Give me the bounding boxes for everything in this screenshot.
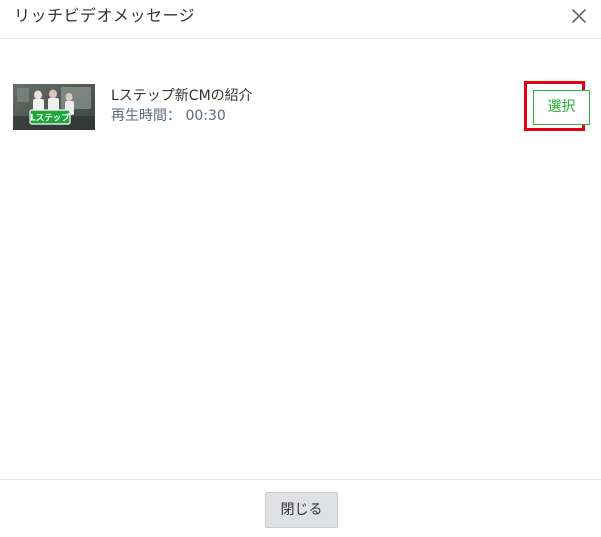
select-button[interactable]: 選択 xyxy=(533,90,590,125)
video-list-item: Lステップ Lステップ新CMの紹介 再生時間： 00:30 選択 xyxy=(13,81,591,134)
video-duration: 再生時間： 00:30 xyxy=(111,108,226,124)
modal-header: リッチビデオメッセージ xyxy=(0,0,601,39)
close-button[interactable]: 閉じる xyxy=(265,492,338,528)
video-info: Lステップ新CMの紹介 再生時間： 00:30 xyxy=(111,86,253,126)
modal-title: リッチビデオメッセージ xyxy=(14,6,196,25)
video-title: Lステップ新CMの紹介 xyxy=(111,88,253,104)
thumbnail-logo-text: Lステップ xyxy=(30,113,70,124)
rich-video-message-modal: リッチビデオメッセージ Lステップ Lステップ新CMの紹介 再生時間： 00:3… xyxy=(0,0,601,537)
video-thumbnail: Lステップ xyxy=(13,84,95,130)
modal-footer: 閉じる xyxy=(0,479,601,537)
close-icon[interactable] xyxy=(567,4,591,28)
